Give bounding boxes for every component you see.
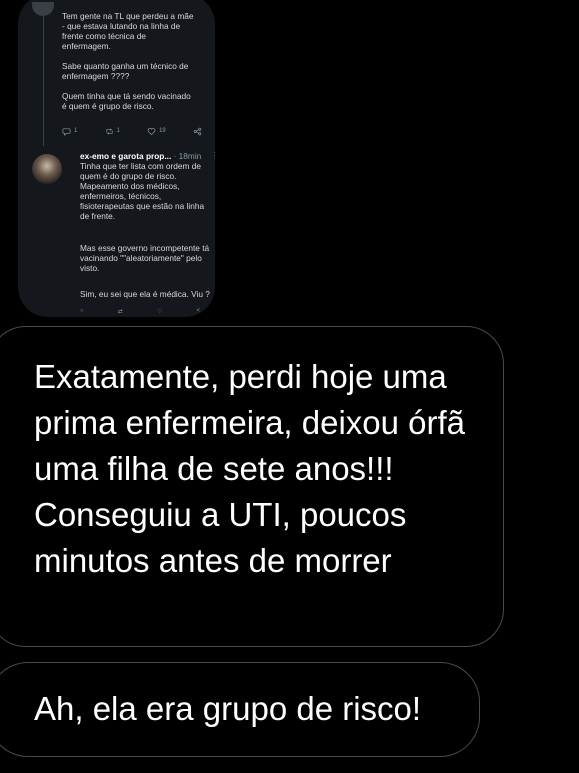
share-icon bbox=[193, 127, 202, 135]
avatar bbox=[32, 2, 54, 16]
reply-icon bbox=[62, 127, 71, 136]
tweet-text: Sim, eu sei que ela é médica. Viu ? bbox=[80, 289, 210, 299]
tweet-header: ex-emo e garota prop... · 18min bbox=[80, 151, 215, 161]
retweet-icon: ⇄ bbox=[117, 309, 123, 315]
message-bubble[interactable]: Ah, ela era grupo de risco! bbox=[0, 662, 480, 757]
tweet-actions: 1 1 19 bbox=[62, 125, 202, 137]
more-icon: ⋮ bbox=[211, 151, 215, 160]
tweet-text: Mas esse governo incompetente tá vacinan… bbox=[80, 243, 210, 273]
message-text: Exatamente, perdi hoje uma prima enferme… bbox=[34, 358, 466, 579]
author-name: ex-emo e garota prop... bbox=[80, 151, 172, 161]
share-action bbox=[193, 127, 202, 136]
tweet-text: Tinha que ter lista com ordem de quem é … bbox=[80, 161, 205, 221]
tweet-time: · 18min bbox=[173, 151, 202, 161]
heart-icon bbox=[147, 127, 156, 135]
retweet-count: 1 bbox=[116, 128, 120, 134]
reply-action: 1 bbox=[62, 127, 77, 136]
reply-icon: ○ bbox=[80, 308, 84, 314]
share-icon: < bbox=[196, 308, 200, 314]
message-bubble[interactable]: Exatamente, perdi hoje uma prima enferme… bbox=[0, 326, 504, 647]
thread-connector bbox=[43, 16, 44, 146]
author-avatar bbox=[32, 154, 62, 184]
reply-count: 1 bbox=[74, 128, 78, 134]
message-text: Ah, ela era grupo de risco! bbox=[34, 690, 422, 727]
retweet-icon bbox=[105, 128, 113, 134]
embedded-tweet-screenshot[interactable]: Tem gente na TL que perdeu a mãe - que e… bbox=[18, 0, 215, 317]
heart-icon: ♡ bbox=[156, 309, 163, 315]
like-count: 19 bbox=[159, 128, 166, 134]
retweet-action: 1 bbox=[105, 127, 120, 136]
tweet-actions: ○ ⇄ ♡ < bbox=[80, 308, 200, 315]
tweet-text: Tem gente na TL que perdeu a mãe - que e… bbox=[62, 11, 194, 111]
like-action: 19 bbox=[147, 127, 166, 136]
